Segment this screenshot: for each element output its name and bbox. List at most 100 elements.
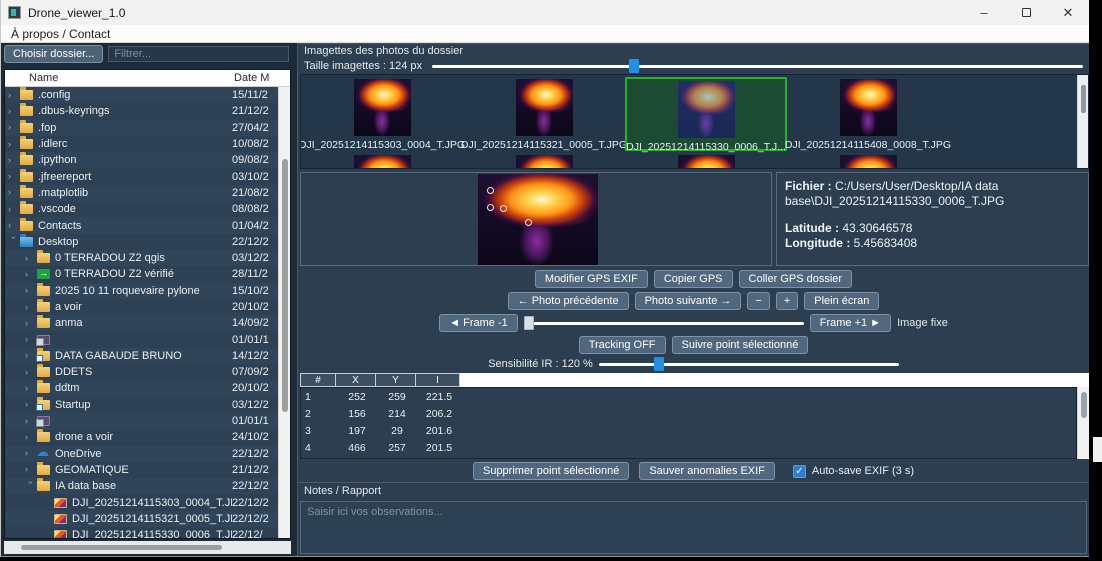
tree-expand-icon[interactable]: › (25, 254, 36, 263)
thumbnail[interactable] (301, 153, 463, 169)
tree-expand-icon[interactable]: › (25, 286, 36, 295)
tree-expand-icon[interactable]: › (25, 351, 36, 360)
tree-row[interactable]: ›Startup03/12/2 (5, 397, 278, 413)
frame-plus-button[interactable]: Frame +1 ► (810, 314, 891, 332)
tree-row[interactable]: ›a voir20/10/2 (5, 299, 278, 315)
scrollbar-thumb[interactable] (21, 545, 222, 550)
tree-horizontal-scrollbar[interactable] (4, 541, 291, 554)
tree-row[interactable]: ›OneDrive22/12/2 (5, 446, 278, 462)
slider-handle[interactable] (629, 59, 639, 73)
tree-row[interactable]: ›2025 10 11 roquevaire pylone15/10/2 (5, 283, 278, 299)
scrollbar-thumb[interactable] (282, 159, 288, 412)
choose-folder-button[interactable]: Choisir dossier... (4, 45, 103, 63)
tree-expand-icon[interactable]: › (8, 188, 19, 197)
tree-row[interactable]: ›0 TERRADOU Z2 vérifié28/11/2 (5, 266, 278, 282)
tree-expand-icon[interactable]: › (25, 465, 36, 474)
tree-row[interactable]: ›anma14/09/2 (5, 315, 278, 331)
thermal-preview-image[interactable] (478, 174, 598, 265)
slider-handle[interactable] (524, 316, 534, 330)
tree-row[interactable]: DJI_20251214115330_0006_T.JPG22/12/ (5, 527, 278, 538)
thumbnail[interactable]: DJI_20251214115321_0005_T.JPG (463, 77, 625, 151)
tracking-toggle-button[interactable]: Tracking OFF (579, 336, 666, 354)
paste-gps-folder-button[interactable]: Coller GPS dossier (739, 270, 853, 288)
thumbnail[interactable]: DJI_20251214115330_0006_T.J... (625, 77, 787, 151)
tree-expand-icon[interactable]: › (8, 123, 19, 132)
tree-expand-icon[interactable]: › (8, 91, 19, 100)
ir-sensitivity-slider[interactable] (599, 363, 899, 366)
modify-gps-exif-button[interactable]: Modifier GPS EXIF (535, 270, 648, 288)
tree-row[interactable]: ›Desktop22/12/2 (5, 234, 278, 250)
column-header[interactable]: Y (376, 373, 416, 387)
tree-row[interactable]: ›01/01/1 (5, 413, 278, 429)
tree-row[interactable]: ›01/01/1 (5, 331, 278, 347)
frame-minus-button[interactable]: ◄ Frame -1 (439, 314, 518, 332)
tree-expand-icon[interactable]: › (8, 140, 19, 149)
tree-row[interactable]: ›0 TERRADOU Z2 qgis03/12/2 (5, 250, 278, 266)
tree-row[interactable]: DJI_20251214115303_0004_T.JPG22/12/2 (5, 494, 278, 510)
minimize-button[interactable]: – (963, 0, 1005, 25)
tree-row[interactable]: ›Contacts01/04/2 (5, 217, 278, 233)
tree-vertical-scrollbar[interactable] (278, 87, 290, 538)
tree-expand-icon[interactable]: › (25, 270, 36, 279)
tree-row[interactable]: ›IA data base22/12/2 (5, 478, 278, 494)
tree-row[interactable]: ›DATA GABAUDE BRUNO14/12/2 (5, 348, 278, 364)
notes-textarea[interactable] (300, 501, 1087, 554)
next-photo-button[interactable]: Photo suivante → (635, 292, 742, 310)
tree-row[interactable]: ›DDETS07/09/2 (5, 364, 278, 380)
save-exif-anomalies-button[interactable]: Sauver anomalies EXIF (639, 462, 775, 480)
tree-expand-icon[interactable]: › (8, 205, 19, 214)
tree-row[interactable]: ›.idlerc10/08/2 (5, 136, 278, 152)
tree-row[interactable]: ›.matplotlib21/08/2 (5, 185, 278, 201)
tree-expand-icon[interactable]: › (25, 449, 36, 458)
tree-expand-icon[interactable]: › (26, 481, 35, 492)
menu-item-about-contact[interactable]: À propos / Contact (11, 27, 110, 41)
thumbnail[interactable]: DJI_20251214115303_0004_T.JPG (301, 77, 463, 151)
maximize-button[interactable] (1005, 0, 1047, 25)
slider-handle[interactable] (654, 357, 664, 371)
tree-row[interactable]: ›ddtm20/10/2 (5, 380, 278, 396)
tree-expand-icon[interactable]: › (8, 172, 19, 181)
tree-row[interactable]: ›.vscode08/08/2 (5, 201, 278, 217)
thumbnail[interactable] (787, 153, 949, 169)
tree-expand-icon[interactable]: › (25, 319, 36, 328)
thumbnail[interactable]: DJI_20251214115408_0008_T.JPG (787, 77, 949, 151)
scrollbar-thumb[interactable] (1081, 85, 1086, 113)
tree-expand-icon[interactable]: › (8, 107, 19, 116)
zoom-in-button[interactable]: + (776, 292, 798, 310)
tree-expand-icon[interactable]: › (25, 417, 36, 426)
tree-row[interactable]: ›.dbus-keyrings21/12/2 (5, 103, 278, 119)
fullscreen-button[interactable]: Plein écran (804, 292, 879, 310)
tree-expand-icon[interactable]: › (25, 400, 36, 409)
tree-expand-icon[interactable]: › (25, 384, 36, 393)
column-header[interactable]: # (300, 373, 336, 387)
tree-expand-icon[interactable]: › (25, 303, 36, 312)
copy-gps-button[interactable]: Copier GPS (654, 270, 733, 288)
column-header[interactable]: I (416, 373, 460, 387)
tree-expand-icon[interactable]: › (8, 156, 19, 165)
tree-row[interactable]: ›.fop27/04/2 (5, 120, 278, 136)
column-header[interactable]: X (336, 373, 376, 387)
tree-expand-icon[interactable]: › (9, 236, 18, 247)
scrollbar-thumb[interactable] (1081, 392, 1087, 418)
tree-expand-icon[interactable]: › (25, 368, 36, 377)
table-row[interactable]: 319729201.6 (301, 422, 1076, 439)
table-vertical-scrollbar[interactable] (1077, 387, 1089, 459)
tree-row[interactable]: ›GEOMATIQUE21/12/2 (5, 462, 278, 478)
zoom-out-button[interactable]: − (747, 292, 769, 310)
table-row[interactable]: 4466257201.5 (301, 439, 1076, 456)
column-header-name[interactable]: Name (5, 72, 234, 84)
thumbnail[interactable] (463, 153, 625, 169)
tree-row[interactable]: ›.jfreereport03/10/2 (5, 168, 278, 184)
tree-row[interactable]: ›.config15/11/2 (5, 87, 278, 103)
close-button[interactable]: ✕ (1047, 0, 1089, 25)
frame-slider[interactable] (524, 322, 804, 325)
thumbnail[interactable] (625, 153, 787, 169)
previous-photo-button[interactable]: ← Photo précédente (508, 292, 629, 310)
tree-expand-icon[interactable]: › (25, 335, 36, 344)
gallery-vertical-scrollbar[interactable] (1077, 75, 1088, 168)
tree-row[interactable]: DJI_20251214115321_0005_T.JPG22/12/2 (5, 511, 278, 527)
delete-selected-point-button[interactable]: Supprimer point sélectionné (473, 462, 629, 480)
tree-row[interactable]: ›.ipython09/08/2 (5, 152, 278, 168)
table-row[interactable]: 1252259221.5 (301, 388, 1076, 405)
tree-expand-icon[interactable]: › (25, 433, 36, 442)
